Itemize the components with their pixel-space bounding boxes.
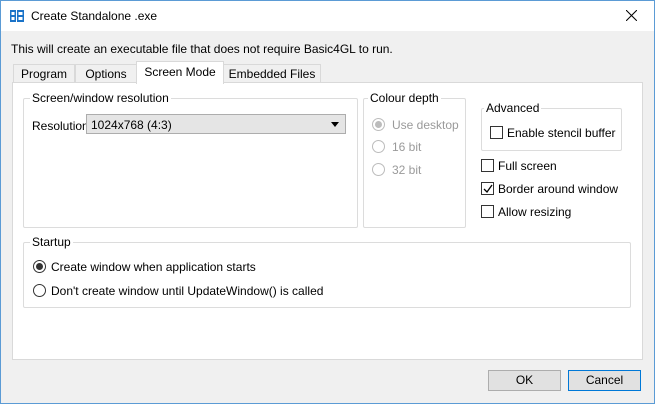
chevron-down-icon [331,122,339,127]
checkmark-icon [483,184,493,194]
close-icon [626,10,637,21]
full-screen-label: Full screen [498,159,557,173]
radio-use-desktop[interactable] [372,118,385,131]
ok-button[interactable]: OK [488,370,561,391]
description-text: This will create an executable file that… [11,42,393,56]
window-title: Create Standalone .exe [31,9,158,23]
colour-depth-label: Colour depth [368,91,441,105]
full-screen-checkbox[interactable] [481,159,494,172]
tab-embedded-files[interactable]: Embedded Files [223,64,321,83]
tab-options[interactable]: Options [75,64,137,83]
resolution-value: 1024x768 (4:3) [91,118,172,132]
stencil-label: Enable stencil buffer [507,126,616,140]
radio-16-bit[interactable] [372,140,385,153]
radio-dot [375,121,382,128]
radio-create-on-start[interactable] [33,260,46,273]
radio-dot [36,263,43,270]
allow-resizing-checkbox[interactable] [481,205,494,218]
basic4gl-icon [10,10,24,22]
startup-group: Startup [23,235,631,308]
create-on-start-label: Create window when application starts [51,260,256,274]
cancel-button[interactable]: Cancel [568,370,641,391]
close-button[interactable] [609,1,654,31]
resolution-label: Resolution [32,119,89,133]
tab-program[interactable]: Program [13,64,75,83]
tab-screen-mode[interactable]: Screen Mode [136,61,224,84]
16-bit-label: 16 bit [392,140,422,154]
allow-resizing-label: Allow resizing [498,205,572,219]
border-label: Border around window [498,182,619,196]
radio-32-bit[interactable] [372,163,385,176]
resolution-select[interactable]: 1024x768 (4:3) [86,114,346,134]
create-on-update-label: Don't create window until UpdateWindow()… [51,284,324,298]
title-bar: Create Standalone .exe [1,1,654,31]
resolution-group-label: Screen/window resolution [30,91,171,105]
border-checkbox[interactable] [481,182,494,195]
32-bit-label: 32 bit [392,163,422,177]
advanced-group-label: Advanced [484,101,542,115]
use-desktop-label: Use desktop [392,118,459,132]
stencil-checkbox[interactable] [490,126,503,139]
startup-group-label: Startup [30,235,73,249]
radio-create-on-update[interactable] [33,284,46,297]
